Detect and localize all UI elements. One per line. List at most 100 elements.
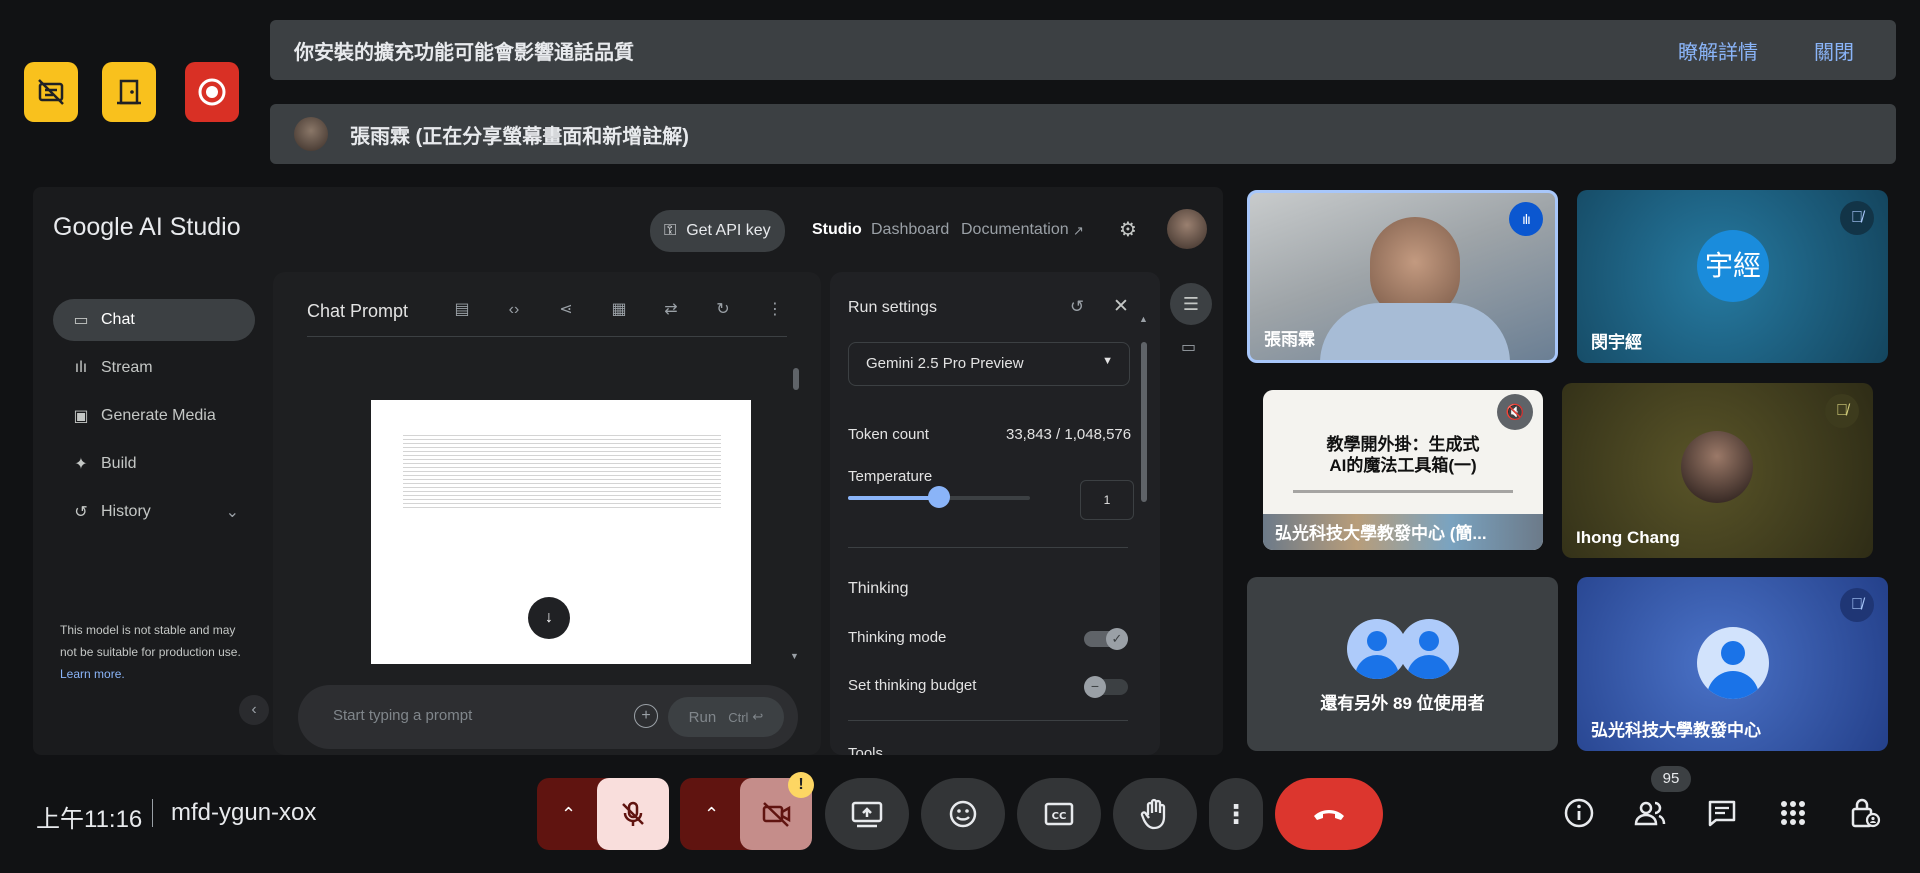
chat-scrollbar[interactable] bbox=[793, 368, 799, 390]
raise-hand-button[interactable] bbox=[1113, 778, 1197, 850]
meeting-code: mfd-ygun-xox bbox=[171, 799, 317, 826]
svg-text:CC: CC bbox=[1052, 811, 1067, 822]
thinking-mode-label: Thinking mode bbox=[848, 629, 947, 646]
prompt-input-box[interactable]: Start typing a prompt + Run Ctrl ↩ bbox=[298, 685, 798, 749]
temperature-input[interactable]: 1 bbox=[1080, 480, 1134, 520]
add-attachment-icon[interactable]: + bbox=[634, 704, 658, 728]
people-button[interactable] bbox=[1630, 793, 1670, 833]
code-icon[interactable]: ‹› bbox=[502, 298, 526, 322]
sidebar-label: Stream bbox=[101, 359, 153, 376]
get-api-key-button[interactable]: ⚿ Get API key bbox=[650, 210, 785, 252]
collapse-sidebar-button[interactable]: ‹ bbox=[239, 695, 269, 725]
meeting-info-button[interactable] bbox=[1559, 793, 1599, 833]
reset-settings-icon[interactable]: ↺ bbox=[1070, 297, 1084, 317]
chat-title: Chat Prompt bbox=[307, 301, 409, 321]
tune-settings-button[interactable]: ☰ bbox=[1170, 283, 1212, 325]
dropdown-arrow-icon: ▼ bbox=[1102, 355, 1113, 367]
refresh-icon[interactable]: ↻ bbox=[711, 298, 735, 322]
close-banner-link[interactable]: 關閉 bbox=[1814, 36, 1854, 65]
more-options-icon[interactable]: ⋮ bbox=[763, 298, 787, 322]
close-settings-icon[interactable]: ✕ bbox=[1113, 295, 1129, 318]
mic-muted-icon: 🎙̸ bbox=[1825, 394, 1859, 428]
person-avatar-icon bbox=[1399, 619, 1459, 679]
leave-room-button[interactable] bbox=[102, 62, 156, 122]
prompt-input[interactable]: Start typing a prompt bbox=[333, 707, 472, 724]
participant-count: 95 bbox=[1662, 770, 1680, 787]
scroll-up-arrow-icon[interactable]: ▲ bbox=[1139, 314, 1148, 324]
mic-options-chevron-icon[interactable]: ⌃ bbox=[561, 804, 576, 825]
apps-grid-icon bbox=[1781, 801, 1805, 825]
uploaded-document-preview[interactable]: ↓ bbox=[371, 400, 751, 664]
participant-tile-hk-center[interactable]: 🎙̸ 弘光科技大學教發中心 bbox=[1577, 577, 1888, 751]
participant-avatar bbox=[1681, 431, 1753, 503]
external-link-icon: ↗ bbox=[1073, 223, 1084, 238]
sidebar-item-generate-media[interactable]: ▣ Generate Media bbox=[53, 395, 255, 437]
save-icon[interactable]: ▦ bbox=[607, 298, 631, 322]
temperature-slider-handle[interactable] bbox=[928, 486, 950, 508]
present-screen-button[interactable] bbox=[825, 778, 909, 850]
key-icon: ⚿ bbox=[664, 222, 677, 239]
run-button[interactable]: Run Ctrl ↩ bbox=[668, 697, 784, 737]
run-settings-title: Run settings bbox=[848, 299, 937, 316]
slide-subtitle-line bbox=[1293, 490, 1513, 493]
thinking-budget-toggle[interactable]: − bbox=[1084, 676, 1128, 698]
participant-tile-slides[interactable]: 教學開外掛：生成式 AI的魔法工具箱(一) 🔇 弘光科技大學教發中心 (簡... bbox=[1263, 390, 1543, 550]
camera-warning-badge: ! bbox=[788, 772, 814, 798]
toggle-knob-check-icon: ✓ bbox=[1106, 628, 1128, 650]
captions-off-button[interactable] bbox=[24, 62, 78, 122]
stream-icon: ılı bbox=[74, 359, 88, 376]
user-avatar[interactable] bbox=[1167, 209, 1207, 249]
sidebar-item-build[interactable]: ✦ Build bbox=[53, 443, 255, 485]
learn-more-link[interactable]: 瞭解詳情 bbox=[1678, 36, 1758, 65]
participant-tile-min[interactable]: 宇經 🎙̸ 閔宇經 bbox=[1577, 190, 1888, 363]
camera-options-chevron-icon[interactable]: ⌃ bbox=[704, 804, 719, 825]
model-select[interactable]: Gemini 2.5 Pro Preview ▼ bbox=[848, 342, 1130, 386]
captions-button[interactable]: CC bbox=[1017, 778, 1101, 850]
panel-layout-icon[interactable]: ▭ bbox=[1181, 337, 1196, 357]
mic-toggle-button[interactable] bbox=[597, 778, 669, 850]
extension-warning-banner: 你安裝的擴充功能可能會影響通話品質 瞭解詳情 關閉 bbox=[270, 20, 1896, 80]
sidebar-label: Build bbox=[101, 455, 137, 472]
share-icon[interactable]: ⋖ bbox=[554, 298, 578, 322]
people-icon bbox=[1634, 801, 1666, 826]
host-controls-button[interactable] bbox=[1845, 793, 1885, 833]
nav-studio[interactable]: Studio bbox=[812, 221, 862, 239]
raise-hand-icon bbox=[1140, 798, 1166, 830]
temperature-slider[interactable] bbox=[848, 486, 1030, 508]
presenter-text: 張雨霖 (正在分享螢幕畫面和新增註解) bbox=[350, 125, 689, 148]
sidebar-item-history[interactable]: ↺ History ⌄ bbox=[53, 491, 255, 533]
participant-tile-ihong[interactable]: 🎙̸ Ihong Chang bbox=[1562, 383, 1873, 558]
sidebar-item-chat[interactable]: ▭ Chat bbox=[53, 299, 255, 341]
model-select-value: Gemini 2.5 Pro Preview bbox=[866, 355, 1024, 372]
nav-dashboard[interactable]: Dashboard bbox=[871, 221, 949, 239]
more-options-button[interactable]: ⋮ bbox=[1209, 778, 1263, 850]
disclaimer-learn-more-link[interactable]: Learn more. bbox=[60, 667, 125, 681]
model-disclaimer: This model is not stable and may not be … bbox=[60, 619, 250, 685]
get-api-key-label: Get API key bbox=[686, 222, 771, 239]
chat-scroll-down-arrow-icon[interactable]: ▼ bbox=[790, 651, 799, 661]
participant-name: 弘光科技大學教發中心 (簡... bbox=[1275, 524, 1487, 543]
recording-button[interactable] bbox=[185, 62, 239, 122]
chat-button[interactable] bbox=[1702, 793, 1742, 833]
activities-button[interactable] bbox=[1773, 793, 1813, 833]
thinking-mode-toggle[interactable]: ✓ bbox=[1084, 628, 1128, 650]
lock-person-icon bbox=[1851, 798, 1881, 828]
enter-icon: ↩ bbox=[752, 709, 764, 724]
settings-scrollbar[interactable] bbox=[1141, 342, 1147, 502]
door-icon bbox=[117, 79, 141, 105]
others-tile[interactable]: 還有另外 89 位使用者 bbox=[1247, 577, 1558, 751]
compare-icon[interactable]: ⇄ bbox=[659, 298, 683, 322]
token-count-label: Token count bbox=[848, 426, 929, 443]
reactions-button[interactable] bbox=[921, 778, 1005, 850]
nav-documentation[interactable]: Documentation bbox=[961, 221, 1069, 239]
participant-name: 張雨霖 bbox=[1264, 330, 1315, 349]
shared-screen: Google AI Studio ⚿ Get API key Studio Da… bbox=[33, 187, 1223, 755]
sidebar-item-stream[interactable]: ılı Stream bbox=[53, 347, 255, 389]
leave-call-button[interactable] bbox=[1275, 778, 1383, 850]
settings-icon[interactable]: ⚙ bbox=[1119, 217, 1137, 242]
chat-bubble-icon bbox=[1708, 800, 1736, 827]
participant-tile-presenter[interactable]: ılı 張雨霖 bbox=[1247, 190, 1558, 363]
clipboard-icon[interactable]: ▤ bbox=[450, 298, 474, 322]
mic-muted-icon: 🎙̸ bbox=[1840, 588, 1874, 622]
scroll-down-button[interactable]: ↓ bbox=[528, 597, 570, 639]
